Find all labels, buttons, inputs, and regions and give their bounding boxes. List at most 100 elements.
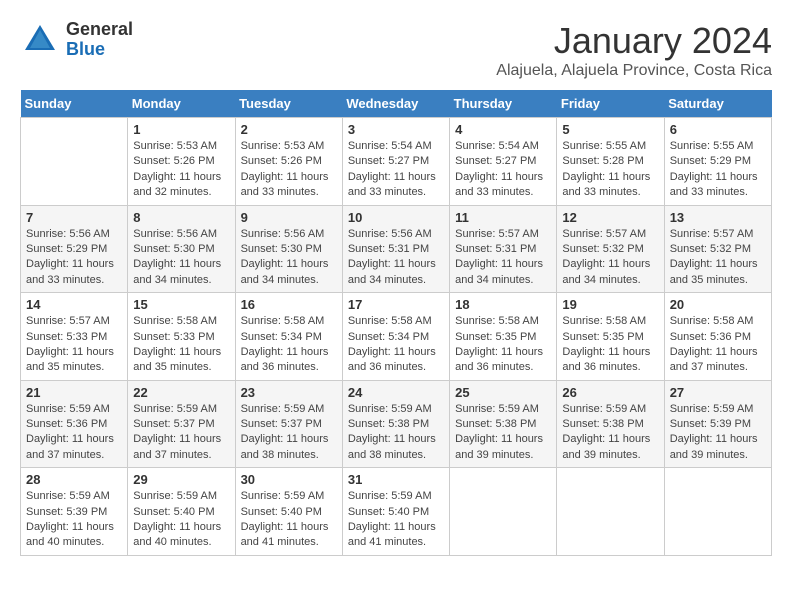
day-info: Sunrise: 5:58 AM Sunset: 5:34 PM Dayligh…	[348, 314, 444, 376]
month-title: January 2024	[496, 20, 772, 62]
day-number: 25	[455, 385, 551, 400]
calendar-week-row: 21Sunrise: 5:59 AM Sunset: 5:36 PM Dayli…	[21, 380, 772, 468]
day-info: Sunrise: 5:54 AM Sunset: 5:27 PM Dayligh…	[455, 139, 551, 201]
calendar-cell: 16 Sunrise: 5:58 AM Sunset: 5:34 PM Dayli…	[235, 293, 342, 381]
day-info: Sunrise: 5:56 AM Sunset: 5:30 PM Dayligh…	[133, 227, 229, 289]
calendar-cell: 6Sunrise: 5:55 AM Sunset: 5:29 PM Daylig…	[664, 118, 771, 206]
calendar-cell: 31 Sunrise: 5:59 AM Sunset: 5:40 PM Dayli…	[342, 468, 449, 556]
day-info: Sunrise: 5:59 AM Sunset: 5:38 PM Dayligh…	[562, 402, 658, 464]
weekday-header-tuesday: Tuesday	[235, 90, 342, 118]
calendar-cell: 23Sunrise: 5:59 AM Sunset: 5:37 PM Dayli…	[235, 380, 342, 468]
calendar-cell: 1 Sunrise: 5:53 AM Sunset: 5:26 PM Daylig…	[128, 118, 235, 206]
day-info: Sunrise: 5:59 AM Sunset: 5:38 PM Dayligh…	[348, 402, 444, 464]
calendar-week-row: 7 Sunrise: 5:56 AM Sunset: 5:29 PM Daylig…	[21, 205, 772, 293]
calendar-week-row: 28 Sunrise: 5:59 AM Sunset: 5:39 PM Dayli…	[21, 468, 772, 556]
weekday-header-saturday: Saturday	[664, 90, 771, 118]
calendar-cell: 12 Sunrise: 5:57 AM Sunset: 5:32 PM Dayli…	[557, 205, 664, 293]
day-number: 30	[241, 472, 337, 487]
calendar-cell: 27 Sunrise: 5:59 AM Sunset: 5:39 PM Dayli…	[664, 380, 771, 468]
calendar-cell: 9 Sunrise: 5:56 AM Sunset: 5:30 PM Daylig…	[235, 205, 342, 293]
calendar-cell: 2 Sunrise: 5:53 AM Sunset: 5:26 PM Daylig…	[235, 118, 342, 206]
day-number: 3	[348, 122, 444, 137]
day-number: 10	[348, 210, 444, 225]
day-number: 9	[241, 210, 337, 225]
day-info: Sunrise: 5:56 AM Sunset: 5:29 PM Dayligh…	[26, 227, 122, 289]
calendar-week-row: 1 Sunrise: 5:53 AM Sunset: 5:26 PM Daylig…	[21, 118, 772, 206]
day-info: Sunrise: 5:57 AM Sunset: 5:32 PM Dayligh…	[670, 227, 766, 289]
day-number: 2	[241, 122, 337, 137]
day-number: 31	[348, 472, 444, 487]
logo-icon	[20, 20, 60, 60]
calendar-cell: 11Sunrise: 5:57 AM Sunset: 5:31 PM Dayli…	[450, 205, 557, 293]
day-number: 23	[241, 385, 337, 400]
calendar-table: SundayMondayTuesdayWednesdayThursdayFrid…	[20, 90, 772, 556]
day-number: 7	[26, 210, 122, 225]
weekday-header-row: SundayMondayTuesdayWednesdayThursdayFrid…	[21, 90, 772, 118]
day-info: Sunrise: 5:59 AM Sunset: 5:39 PM Dayligh…	[670, 402, 766, 464]
calendar-cell: 17Sunrise: 5:58 AM Sunset: 5:34 PM Dayli…	[342, 293, 449, 381]
day-info: Sunrise: 5:58 AM Sunset: 5:36 PM Dayligh…	[670, 314, 766, 376]
day-number: 8	[133, 210, 229, 225]
calendar-cell: 19 Sunrise: 5:58 AM Sunset: 5:35 PM Dayli…	[557, 293, 664, 381]
day-number: 19	[562, 297, 658, 312]
day-info: Sunrise: 5:58 AM Sunset: 5:35 PM Dayligh…	[455, 314, 551, 376]
calendar-cell	[664, 468, 771, 556]
calendar-cell: 3 Sunrise: 5:54 AM Sunset: 5:27 PM Daylig…	[342, 118, 449, 206]
day-number: 11	[455, 210, 551, 225]
day-info: Sunrise: 5:58 AM Sunset: 5:33 PM Dayligh…	[133, 314, 229, 376]
day-info: Sunrise: 5:59 AM Sunset: 5:39 PM Dayligh…	[26, 489, 122, 551]
day-number: 13	[670, 210, 766, 225]
day-number: 5	[562, 122, 658, 137]
calendar-cell: 7 Sunrise: 5:56 AM Sunset: 5:29 PM Daylig…	[21, 205, 128, 293]
day-number: 18	[455, 297, 551, 312]
logo-general: General	[66, 20, 133, 40]
title-area: January 2024 Alajuela, Alajuela Province…	[496, 20, 772, 80]
day-info: Sunrise: 5:59 AM Sunset: 5:37 PM Dayligh…	[133, 402, 229, 464]
calendar-cell: 15Sunrise: 5:58 AM Sunset: 5:33 PM Dayli…	[128, 293, 235, 381]
calendar-cell: 13 Sunrise: 5:57 AM Sunset: 5:32 PM Dayli…	[664, 205, 771, 293]
day-number: 22	[133, 385, 229, 400]
day-info: Sunrise: 5:57 AM Sunset: 5:33 PM Dayligh…	[26, 314, 122, 376]
calendar-cell: 26Sunrise: 5:59 AM Sunset: 5:38 PM Dayli…	[557, 380, 664, 468]
day-info: Sunrise: 5:53 AM Sunset: 5:26 PM Dayligh…	[241, 139, 337, 201]
day-info: Sunrise: 5:59 AM Sunset: 5:38 PM Dayligh…	[455, 402, 551, 464]
day-number: 28	[26, 472, 122, 487]
day-number: 1	[133, 122, 229, 137]
day-number: 16	[241, 297, 337, 312]
day-info: Sunrise: 5:53 AM Sunset: 5:26 PM Dayligh…	[133, 139, 229, 201]
calendar-cell: 8 Sunrise: 5:56 AM Sunset: 5:30 PM Daylig…	[128, 205, 235, 293]
day-number: 24	[348, 385, 444, 400]
day-info: Sunrise: 5:58 AM Sunset: 5:35 PM Dayligh…	[562, 314, 658, 376]
day-number: 4	[455, 122, 551, 137]
day-info: Sunrise: 5:58 AM Sunset: 5:34 PM Dayligh…	[241, 314, 337, 376]
day-info: Sunrise: 5:59 AM Sunset: 5:40 PM Dayligh…	[348, 489, 444, 551]
day-info: Sunrise: 5:54 AM Sunset: 5:27 PM Dayligh…	[348, 139, 444, 201]
day-number: 27	[670, 385, 766, 400]
calendar-cell: 21Sunrise: 5:59 AM Sunset: 5:36 PM Dayli…	[21, 380, 128, 468]
weekday-header-sunday: Sunday	[21, 90, 128, 118]
calendar-cell: 5 Sunrise: 5:55 AM Sunset: 5:28 PM Daylig…	[557, 118, 664, 206]
day-number: 12	[562, 210, 658, 225]
calendar-cell: 22 Sunrise: 5:59 AM Sunset: 5:37 PM Dayli…	[128, 380, 235, 468]
day-info: Sunrise: 5:55 AM Sunset: 5:28 PM Dayligh…	[562, 139, 658, 201]
weekday-header-friday: Friday	[557, 90, 664, 118]
calendar-cell	[450, 468, 557, 556]
day-number: 29	[133, 472, 229, 487]
day-info: Sunrise: 5:56 AM Sunset: 5:30 PM Dayligh…	[241, 227, 337, 289]
calendar-cell: 29 Sunrise: 5:59 AM Sunset: 5:40 PM Dayli…	[128, 468, 235, 556]
day-number: 20	[670, 297, 766, 312]
day-info: Sunrise: 5:59 AM Sunset: 5:40 PM Dayligh…	[133, 489, 229, 551]
calendar-week-row: 14Sunrise: 5:57 AM Sunset: 5:33 PM Dayli…	[21, 293, 772, 381]
day-info: Sunrise: 5:55 AM Sunset: 5:29 PM Dayligh…	[670, 139, 766, 201]
day-info: Sunrise: 5:57 AM Sunset: 5:32 PM Dayligh…	[562, 227, 658, 289]
day-info: Sunrise: 5:59 AM Sunset: 5:40 PM Dayligh…	[241, 489, 337, 551]
calendar-cell: 24 Sunrise: 5:59 AM Sunset: 5:38 PM Dayli…	[342, 380, 449, 468]
calendar-cell: 20 Sunrise: 5:58 AM Sunset: 5:36 PM Dayli…	[664, 293, 771, 381]
calendar-cell: 18 Sunrise: 5:58 AM Sunset: 5:35 PM Dayli…	[450, 293, 557, 381]
weekday-header-monday: Monday	[128, 90, 235, 118]
logo-text: General Blue	[66, 20, 133, 60]
calendar-cell	[21, 118, 128, 206]
page-header: General Blue January 2024 Alajuela, Alaj…	[20, 20, 772, 80]
weekday-header-thursday: Thursday	[450, 90, 557, 118]
calendar-cell: 10Sunrise: 5:56 AM Sunset: 5:31 PM Dayli…	[342, 205, 449, 293]
